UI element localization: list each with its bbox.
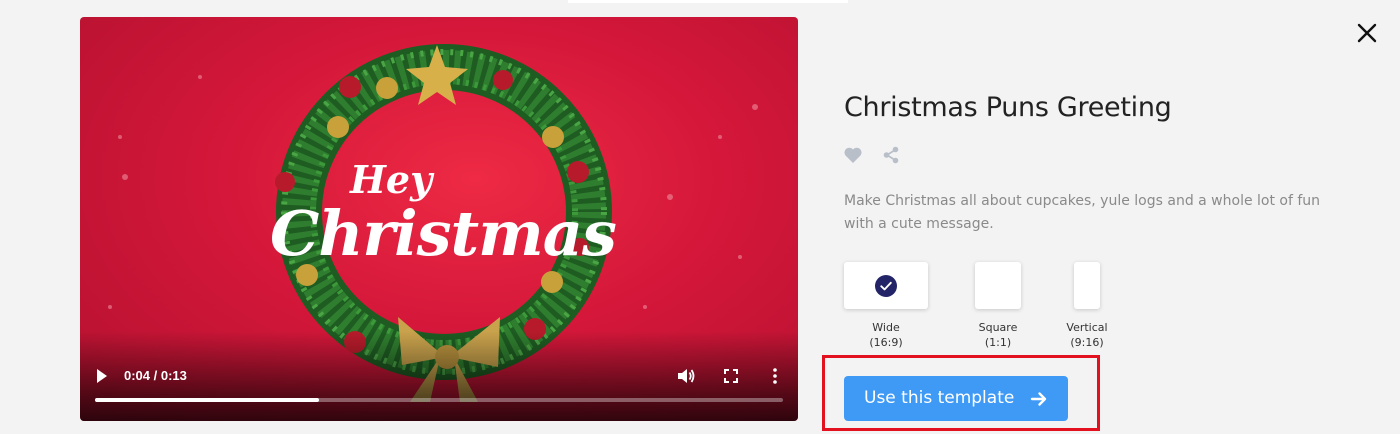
play-button[interactable] [94, 367, 110, 385]
overlay-christmas: Christmas [270, 197, 617, 270]
close-button[interactable] [1354, 20, 1380, 46]
share-icon [883, 146, 899, 164]
heart-icon [844, 147, 862, 163]
share-button[interactable] [882, 146, 900, 164]
format-square-preview [975, 262, 1021, 309]
more-options-button[interactable] [766, 366, 784, 386]
volume-icon [678, 369, 695, 383]
format-wide-label: Wide (16:9) [869, 321, 903, 349]
overlay-hey: Hey [350, 157, 433, 202]
fullscreen-icon [724, 369, 738, 383]
play-icon [97, 369, 107, 383]
format-vertical-preview [1074, 262, 1100, 309]
format-option-wide[interactable]: Wide (16:9) [844, 262, 928, 349]
progress-fill [95, 398, 319, 402]
check-circle-icon [875, 275, 897, 297]
highlight-box [822, 355, 1100, 431]
video-player[interactable]: Hey Christmas 0:04 / 0:13 [80, 17, 798, 421]
format-option-vertical[interactable]: Vertical (9:16) [1066, 262, 1108, 349]
format-option-square[interactable]: Square (1:1) [975, 262, 1021, 349]
format-vertical-label: Vertical (9:16) [1066, 321, 1108, 349]
time-display: 0:04 / 0:13 [124, 368, 187, 383]
format-square-label: Square (1:1) [978, 321, 1018, 349]
template-title: Christmas Puns Greeting [844, 92, 1172, 123]
close-icon [1357, 23, 1377, 43]
video-progress-bar[interactable] [95, 398, 783, 402]
more-vertical-icon [773, 368, 777, 384]
template-description: Make Christmas all about cupcakes, yule … [844, 193, 1321, 232]
top-strip [568, 0, 848, 3]
favorite-button[interactable] [843, 146, 863, 164]
fullscreen-button[interactable] [722, 367, 740, 385]
volume-button[interactable] [676, 366, 696, 386]
format-wide-preview [844, 262, 928, 309]
